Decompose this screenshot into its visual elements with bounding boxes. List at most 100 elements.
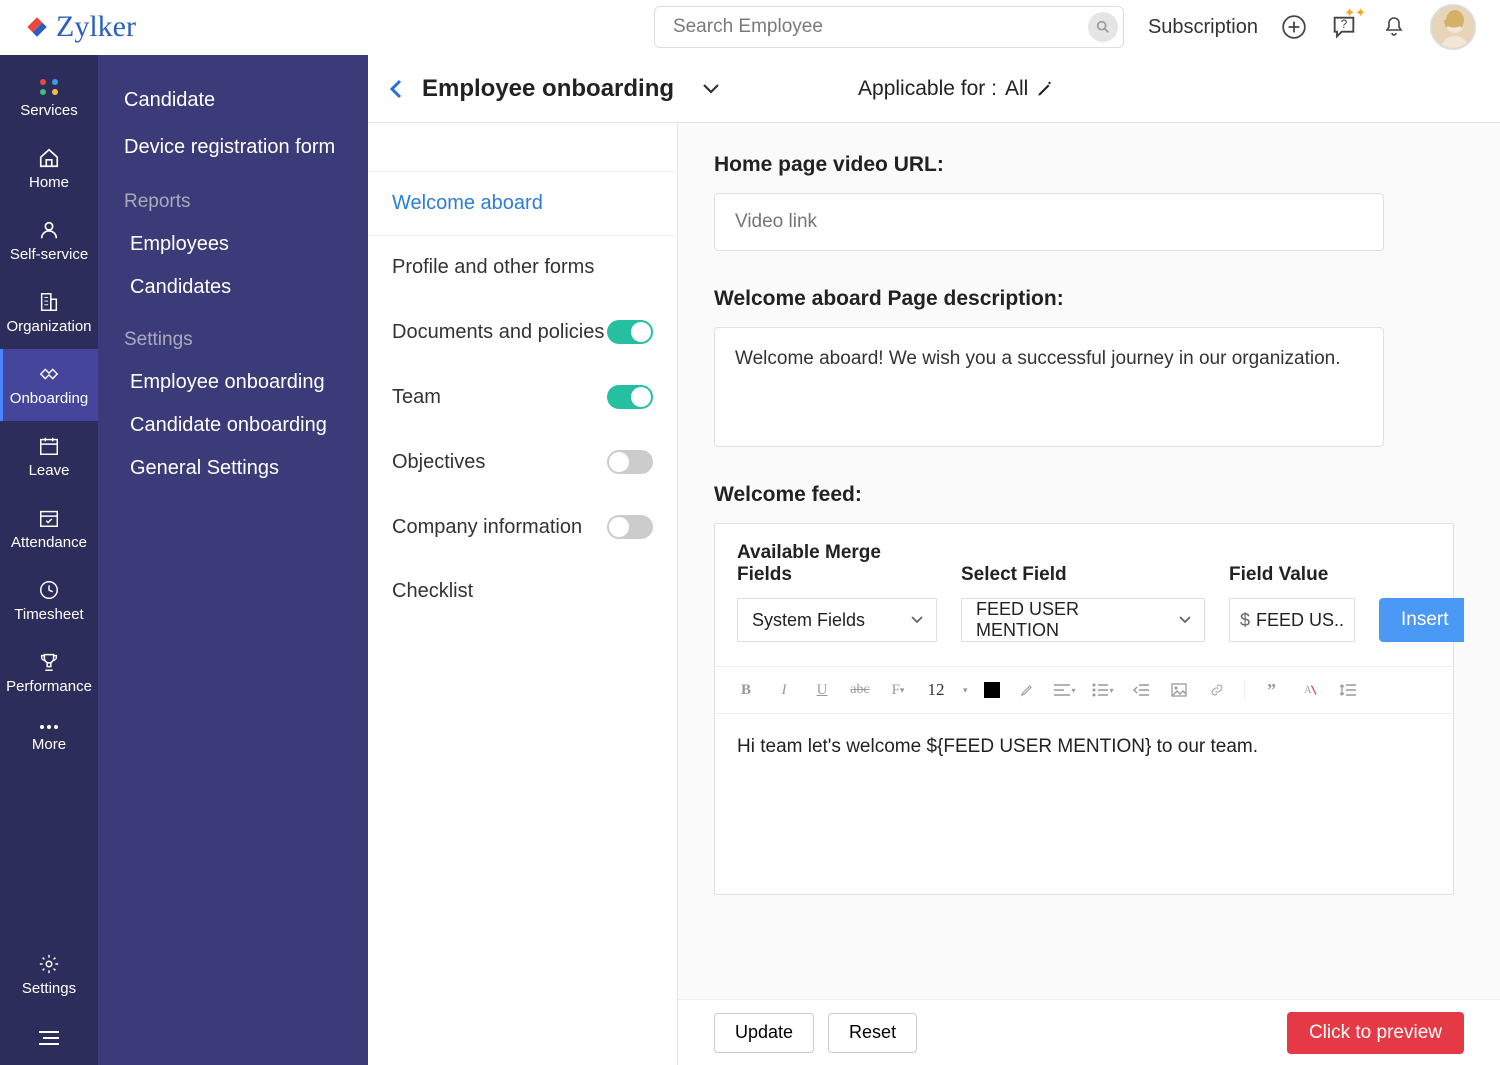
avatar[interactable] <box>1430 4 1476 50</box>
outdent-button[interactable] <box>1130 679 1152 701</box>
logo-icon <box>24 14 50 40</box>
chevron-left-icon <box>388 77 404 101</box>
subtab-label: Company information <box>392 516 582 539</box>
align-button[interactable]: ▾ <box>1054 679 1076 701</box>
preview-button[interactable]: Click to preview <box>1287 1012 1464 1054</box>
back-button[interactable] <box>388 77 404 101</box>
brand-name: Zylker <box>56 10 136 44</box>
link-button[interactable] <box>1206 679 1228 701</box>
subtab-objectives[interactable]: Objectives <box>368 430 677 495</box>
sidepanel-candidates[interactable]: Candidates <box>98 266 368 309</box>
font-family-button[interactable]: F▾ <box>887 679 909 701</box>
trophy-icon <box>38 651 60 673</box>
strikethrough-button[interactable]: abc <box>849 679 871 701</box>
image-button[interactable] <box>1168 679 1190 701</box>
toggle-team[interactable] <box>607 385 653 409</box>
subtab-label: Profile and other forms <box>392 256 594 279</box>
notifications-button[interactable] <box>1380 13 1408 41</box>
list-button[interactable]: ▾ <box>1092 679 1114 701</box>
rail-attendance[interactable]: Attendance <box>0 493 98 565</box>
search-input[interactable] <box>654 6 1124 48</box>
sidepanel-candidate-onboarding[interactable]: Candidate onboarding <box>98 404 368 447</box>
insert-button[interactable]: Insert <box>1379 598 1464 642</box>
chevron-down-icon <box>910 615 924 625</box>
align-icon <box>1054 683 1070 697</box>
applicable-label: Applicable for : <box>858 77 997 101</box>
rail-label: More <box>32 736 66 753</box>
link-icon <box>1209 682 1225 698</box>
subtab-profile[interactable]: Profile and other forms <box>368 236 677 300</box>
update-button[interactable]: Update <box>714 1013 814 1053</box>
handshake-icon <box>37 363 61 385</box>
sidepanel-general-settings[interactable]: General Settings <box>98 447 368 490</box>
edit-applicable-button[interactable] <box>1036 80 1054 98</box>
rail-performance[interactable]: Performance <box>0 637 98 709</box>
rail-onboarding[interactable]: Onboarding <box>0 349 98 421</box>
merge-available-select[interactable]: System Fields <box>737 598 937 642</box>
sidepanel-employees[interactable]: Employees <box>98 223 368 266</box>
editor-body[interactable]: Hi team let's welcome ${FEED USER MENTIO… <box>715 714 1453 894</box>
calendar-icon <box>38 435 60 457</box>
sidepanel-employee-onboarding[interactable]: Employee onboarding <box>98 361 368 404</box>
content-area: Home page video URL: Welcome aboard Page… <box>678 123 1500 1065</box>
toggle-company[interactable] <box>607 515 653 539</box>
help-button[interactable]: ? ✦✦ <box>1330 13 1358 41</box>
subtab-welcome[interactable]: Welcome aboard <box>368 171 677 236</box>
applicable-value: All <box>1005 77 1028 101</box>
sidepanel-reports-heading: Reports <box>98 171 368 223</box>
font-color-button[interactable] <box>984 682 1000 698</box>
subtab-team[interactable]: Team <box>368 365 677 430</box>
description-label: Welcome aboard Page description: <box>714 287 1464 311</box>
rail-organization[interactable]: Organization <box>0 277 98 349</box>
chevron-down-icon <box>702 83 720 95</box>
rail-label: Performance <box>6 678 92 695</box>
search-wrap <box>654 6 1124 48</box>
video-url-label: Home page video URL: <box>714 153 1464 177</box>
nav-rail: Services Home Self-service Organization <box>0 55 98 1065</box>
font-size-button[interactable]: 12 <box>925 679 947 701</box>
select-value: FEED USER MENTION <box>976 599 1164 641</box>
sidepanel-settings-heading: Settings <box>98 309 368 361</box>
merge-select-field[interactable]: FEED USER MENTION <box>961 598 1205 642</box>
underline-button[interactable]: U <box>811 679 833 701</box>
brand-logo[interactable]: Zylker <box>24 10 136 44</box>
add-button[interactable] <box>1280 13 1308 41</box>
subtab-documents[interactable]: Documents and policies <box>368 300 677 365</box>
subtab-company[interactable]: Company information <box>368 495 677 560</box>
clear-format-button[interactable]: A <box>1299 679 1321 701</box>
rail-more[interactable]: More <box>0 709 98 767</box>
rail-settings[interactable]: Settings <box>0 939 98 1011</box>
subtab-label: Checklist <box>392 580 473 603</box>
rail-label: Onboarding <box>10 390 88 407</box>
merge-value-field[interactable]: $ FEED US.. <box>1229 598 1355 642</box>
bell-icon <box>1382 15 1406 39</box>
rail-collapse-button[interactable] <box>0 1011 98 1065</box>
rail-home[interactable]: Home <box>0 133 98 205</box>
toggle-objectives[interactable] <box>607 450 653 474</box>
rail-leave[interactable]: Leave <box>0 421 98 493</box>
reset-button[interactable]: Reset <box>828 1013 917 1053</box>
video-url-input[interactable] <box>714 193 1384 251</box>
subscription-link[interactable]: Subscription <box>1148 16 1258 39</box>
sidepanel-device-registration[interactable]: Device registration form <box>98 124 368 171</box>
rail-services[interactable]: Services <box>0 63 98 133</box>
line-height-button[interactable] <box>1337 679 1359 701</box>
toggle-documents[interactable] <box>607 320 653 344</box>
italic-button[interactable]: I <box>773 679 795 701</box>
sparkle-icon: ✦✦ <box>1344 5 1366 21</box>
calendar-check-icon <box>38 507 60 529</box>
person-icon <box>38 219 60 241</box>
rail-timesheet[interactable]: Timesheet <box>0 565 98 637</box>
top-bar: Zylker Subscription ? ✦✦ <box>0 0 1500 55</box>
sidepanel-candidate[interactable]: Candidate <box>98 77 368 124</box>
rail-selfservice[interactable]: Self-service <box>0 205 98 277</box>
search-button[interactable] <box>1088 12 1118 42</box>
highlight-button[interactable] <box>1016 679 1038 701</box>
merge-available-label: Available Merge Fields <box>737 542 937 586</box>
title-dropdown[interactable] <box>702 83 720 95</box>
rail-label: Home <box>29 174 69 191</box>
subtab-checklist[interactable]: Checklist <box>368 560 677 624</box>
description-input[interactable]: Welcome aboard! We wish you a successful… <box>714 327 1384 447</box>
quote-button[interactable]: ” <box>1261 679 1283 701</box>
bold-button[interactable]: B <box>735 679 757 701</box>
